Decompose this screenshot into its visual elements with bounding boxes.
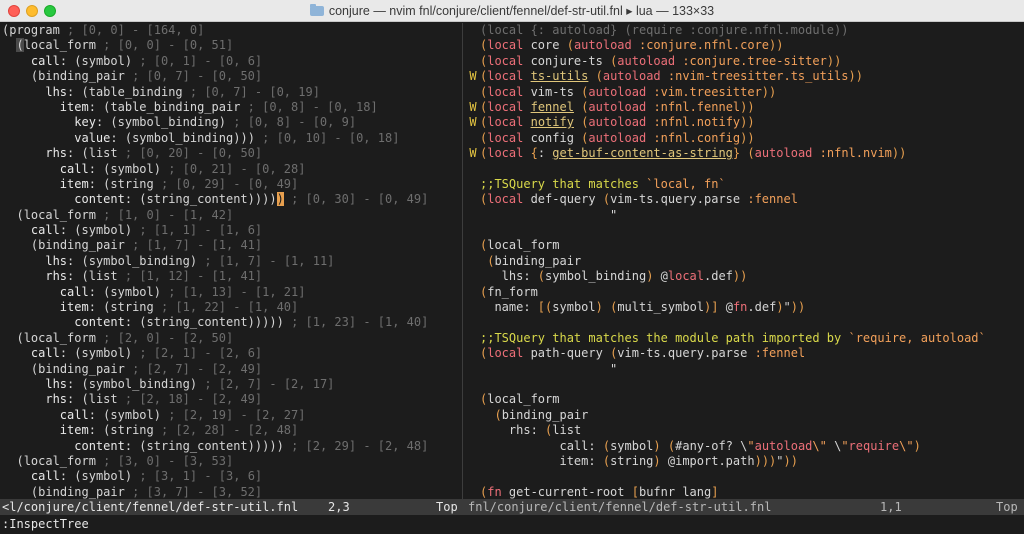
inspect-tree-pane[interactable]: (program ; [0, 0] - [164, 0] (local_form… <box>0 23 462 499</box>
tree-line[interactable]: (local_form ; [3, 0] - [3, 53] <box>0 454 462 469</box>
diagnostic-sign: W <box>469 69 477 84</box>
source-line[interactable]: W (local fennel (autoload :nfnl.fennel)) <box>466 100 1024 115</box>
tree-line[interactable]: item: (string ; [0, 29] - [0, 49] <box>0 177 462 192</box>
source-line[interactable]: (local vim-ts (autoload :vim.treesitter)… <box>466 85 1024 100</box>
tree-line[interactable]: call: (symbol) ; [2, 1] - [2, 6] <box>0 346 462 361</box>
tree-line[interactable]: content: (string_content))))) ; [2, 29] … <box>0 439 462 454</box>
tree-line[interactable]: call: (symbol) ; [0, 21] - [0, 28] <box>0 162 462 177</box>
source-line[interactable]: rhs: (list <box>466 423 1024 438</box>
source-line[interactable]: name: [(symbol) (multi_symbol)] @fn.def)… <box>466 300 1024 315</box>
source-line[interactable]: W (local {: get-buf-content-as-string} (a… <box>466 146 1024 161</box>
tree-line[interactable]: (program ; [0, 0] - [164, 0] <box>0 23 462 38</box>
right-status-scroll-position: Top <box>996 500 1018 514</box>
tree-line[interactable]: (local_form ; [1, 0] - [1, 42] <box>0 208 462 223</box>
source-line[interactable]: (fn_form <box>466 285 1024 300</box>
window-title-area: conjure — nvim fnl/conjure/client/fennel… <box>0 3 1024 18</box>
tree-line[interactable]: call: (symbol) ; [1, 13] - [1, 21] <box>0 285 462 300</box>
source-line[interactable]: W (local ts-utils (autoload :nvim-treesit… <box>466 69 1024 84</box>
source-line[interactable]: (local config (autoload :nfnl.config)) <box>466 131 1024 146</box>
tree-line[interactable]: rhs: (list ; [0, 20] - [0, 50] <box>0 146 462 161</box>
tree-line[interactable]: item: (string ; [2, 28] - [2, 48] <box>0 423 462 438</box>
tree-line[interactable]: call: (symbol) ; [3, 1] - [3, 6] <box>0 469 462 484</box>
source-line[interactable]: " <box>466 362 1024 377</box>
left-status-scroll-position: Top <box>436 500 458 514</box>
tree-line[interactable]: lhs: (table_binding ; [0, 7] - [0, 19] <box>0 85 462 100</box>
tree-line[interactable]: call: (symbol) ; [1, 1] - [1, 6] <box>0 223 462 238</box>
tree-line[interactable]: key: (symbol_binding) ; [0, 8] - [0, 9] <box>0 115 462 130</box>
left-status-filename: <l/conjure/client/fennel/def-str-util.fn… <box>2 500 299 514</box>
tree-line[interactable]: value: (symbol_binding))) ; [0, 10] - [0… <box>0 131 462 146</box>
tree-line[interactable]: (local_form ; [0, 0] - [0, 51] <box>0 38 462 53</box>
tree-line[interactable]: lhs: (symbol_binding) ; [1, 7] - [1, 11] <box>0 254 462 269</box>
tree-line[interactable]: (binding_pair ; [1, 7] - [1, 41] <box>0 238 462 253</box>
tree-line[interactable]: (binding_pair ; [0, 7] - [0, 50] <box>0 69 462 84</box>
source-line[interactable] <box>466 469 1024 484</box>
diagnostic-sign: W <box>469 99 477 114</box>
tree-line[interactable]: item: (string ; [1, 22] - [1, 40] <box>0 300 462 315</box>
command-line[interactable]: :InspectTree <box>0 515 1024 534</box>
source-line[interactable] <box>466 315 1024 330</box>
tree-line[interactable]: (binding_pair ; [2, 7] - [2, 49] <box>0 362 462 377</box>
window-title: conjure — nvim fnl/conjure/client/fennel… <box>328 4 715 18</box>
tree-line[interactable]: call: (symbol) ; [2, 19] - [2, 27] <box>0 408 462 423</box>
source-line[interactable] <box>466 162 1024 177</box>
source-line[interactable]: (local def-query (vim-ts.query.parse :fe… <box>466 192 1024 207</box>
source-line[interactable]: (local conjure-ts (autoload :conjure.tre… <box>466 54 1024 69</box>
source-line[interactable]: W (local notify (autoload :nfnl.notify)) <box>466 115 1024 130</box>
source-line[interactable]: (local core (autoload :conjure.nfnl.core… <box>466 38 1024 53</box>
tree-line[interactable]: content: (string_content))))) ; [0, 30] … <box>0 192 462 207</box>
source-editor-pane[interactable]: (local {: autoload} (require :conjure.nf… <box>466 23 1024 499</box>
source-line[interactable]: (local_form <box>466 238 1024 253</box>
source-line[interactable]: call: (symbol) (#any-of? \"autoload\" \"… <box>466 439 1024 454</box>
folder-icon <box>309 4 324 16</box>
tree-line[interactable]: (binding_pair ; [3, 7] - [3, 52] <box>0 485 462 499</box>
source-line[interactable]: ;;TSQuery that matches the module path i… <box>466 331 1024 346</box>
source-line[interactable]: (local path-query (vim-ts.query.parse :f… <box>466 346 1024 361</box>
tree-line[interactable]: content: (string_content))))) ; [1, 23] … <box>0 315 462 330</box>
source-line[interactable]: item: (string) @import.path)))")) <box>466 454 1024 469</box>
source-line[interactable] <box>466 377 1024 392</box>
right-status-filename: fnl/conjure/client/fennel/def-str-util.f… <box>468 500 772 514</box>
source-line[interactable] <box>466 223 1024 238</box>
window-titlebar: conjure — nvim fnl/conjure/client/fennel… <box>0 0 1024 22</box>
source-line[interactable]: (local {: autoload} (require :conjure.nf… <box>466 23 1024 38</box>
diagnostic-sign: W <box>469 115 477 130</box>
diagnostic-sign: W <box>469 146 477 161</box>
source-line[interactable]: (binding_pair <box>466 254 1024 269</box>
tree-line[interactable]: item: (table_binding_pair ; [0, 8] - [0,… <box>0 100 462 115</box>
source-line[interactable]: lhs: (symbol_binding) @local.def)) <box>466 269 1024 284</box>
source-line[interactable]: (binding_pair <box>466 408 1024 423</box>
tree-line[interactable]: (local_form ; [2, 0] - [2, 50] <box>0 331 462 346</box>
source-line[interactable]: (local_form <box>466 392 1024 407</box>
left-status-cursor-position: 2,3 <box>328 500 350 514</box>
right-status-cursor-position: 1,1 <box>880 500 902 514</box>
tree-line[interactable]: call: (symbol) ; [0, 1] - [0, 6] <box>0 54 462 69</box>
tree-line[interactable]: rhs: (list ; [2, 18] - [2, 49] <box>0 392 462 407</box>
source-line[interactable]: " <box>466 208 1024 223</box>
status-line: <l/conjure/client/fennel/def-str-util.fn… <box>0 499 1024 515</box>
tree-line[interactable]: lhs: (symbol_binding) ; [2, 7] - [2, 17] <box>0 377 462 392</box>
source-line[interactable]: (fn get-current-root [bufnr lang] <box>466 485 1024 499</box>
source-line[interactable]: ;;TSQuery that matches `local, fn` <box>466 177 1024 192</box>
tree-line[interactable]: rhs: (list ; [1, 12] - [1, 41] <box>0 269 462 284</box>
